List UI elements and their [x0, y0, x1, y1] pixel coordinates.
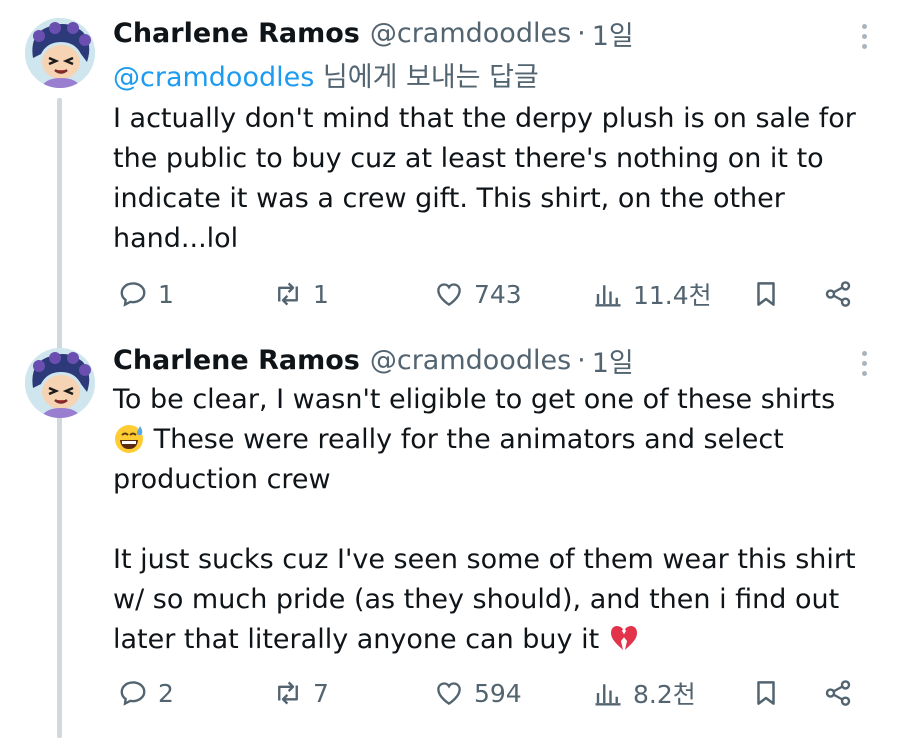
tweet[interactable]: Charlene Ramos @cramdoodles · 1일 To be c… [0, 330, 900, 738]
tweet-text: To be clear, I wasn't eligible to get on… [113, 380, 883, 660]
tweet-header: Charlene Ramos @cramdoodles · 1일 [113, 13, 634, 53]
retweet-icon [278, 681, 298, 705]
reply-button[interactable]: 1 [118, 274, 174, 314]
text-line-with-emoji: later that literally anyone can buy it [113, 620, 883, 660]
views-button[interactable]: 11.4천 [593, 274, 712, 314]
grinning-sweat-emoji [115, 425, 143, 453]
text-line: hand...lol [113, 223, 239, 254]
tweet-text: I actually don't mind that the derpy plu… [113, 99, 883, 259]
views-button[interactable]: 8.2천 [593, 673, 696, 713]
more-options-icon[interactable] [852, 343, 876, 383]
tweet-header: Charlene Ramos @cramdoodles · 1일 [113, 340, 634, 380]
avatar[interactable] [25, 18, 95, 88]
display-name[interactable]: Charlene Ramos [113, 345, 360, 376]
reply-mention-link[interactable]: @cramdoodles [113, 62, 314, 93]
avatar[interactable] [25, 348, 95, 418]
tweet[interactable]: Charlene Ramos @cramdoodles · 1일 @cramdo… [0, 0, 900, 330]
retweet-count: 7 [313, 678, 329, 708]
reply-count: 2 [158, 678, 174, 708]
text-line: indicate it was a crew gift. This shirt,… [113, 183, 785, 214]
retweet-button[interactable]: 1 [273, 274, 329, 314]
heart-icon [437, 682, 461, 706]
text-line-with-emoji: These were really for the animators and … [113, 420, 883, 460]
heart-icon [437, 283, 461, 307]
share-button[interactable] [823, 673, 853, 713]
share-icon [825, 680, 851, 706]
reply-icon [120, 681, 146, 706]
action-bar: 1 1 743 11.4천 [113, 274, 873, 314]
like-count: 743 [474, 279, 522, 309]
views-chart-icon [595, 684, 621, 706]
reply-context: @cramdoodles 님에게 보내는 답글 [113, 55, 539, 94]
share-icon [825, 281, 851, 307]
bookmark-icon [757, 282, 775, 306]
user-handle[interactable]: @cramdoodles [370, 18, 571, 49]
retweet-button[interactable]: 7 [273, 673, 329, 713]
text-segment: later that literally anyone can buy it [113, 624, 600, 655]
text-line: w/ so much pride (as they should), and t… [113, 584, 840, 615]
reply-suffix: 님에게 보내는 답글 [322, 62, 539, 93]
avatar-image [25, 348, 95, 418]
separator-dot: · [577, 344, 586, 376]
like-count: 594 [474, 678, 522, 708]
display-name[interactable]: Charlene Ramos [113, 18, 360, 49]
text-line-blank [113, 500, 883, 540]
reply-count: 1 [158, 279, 174, 309]
user-handle[interactable]: @cramdoodles [370, 345, 571, 376]
avatar-image [25, 18, 95, 88]
bookmark-button[interactable] [751, 274, 781, 314]
bookmark-icon [757, 681, 775, 705]
like-button[interactable]: 594 [434, 673, 522, 713]
text-line: production crew [113, 464, 331, 495]
timestamp[interactable]: 1일 [592, 14, 634, 53]
action-bar: 2 7 594 8.2천 [113, 673, 873, 713]
text-line: It just sucks cuz I've seen some of them… [113, 544, 856, 575]
view-count: 11.4천 [633, 281, 712, 310]
more-options-icon[interactable] [852, 16, 876, 56]
bookmark-button[interactable] [751, 673, 781, 713]
view-count: 8.2천 [633, 680, 696, 709]
retweet-icon [278, 282, 298, 306]
timestamp[interactable]: 1일 [592, 341, 634, 380]
retweet-count: 1 [313, 279, 329, 309]
reply-icon [120, 282, 146, 307]
separator-dot: · [577, 17, 586, 49]
like-button[interactable]: 743 [434, 274, 522, 314]
text-line: To be clear, I wasn't eligible to get on… [113, 384, 836, 415]
text-segment: These were really for the animators and … [153, 424, 784, 455]
text-line: I actually don't mind that the derpy plu… [113, 103, 856, 134]
share-button[interactable] [823, 274, 853, 314]
reply-button[interactable]: 2 [118, 673, 174, 713]
views-chart-icon [595, 285, 621, 307]
text-line: the public to buy cuz at least there's n… [113, 143, 824, 174]
broken-heart-emoji [610, 625, 637, 650]
